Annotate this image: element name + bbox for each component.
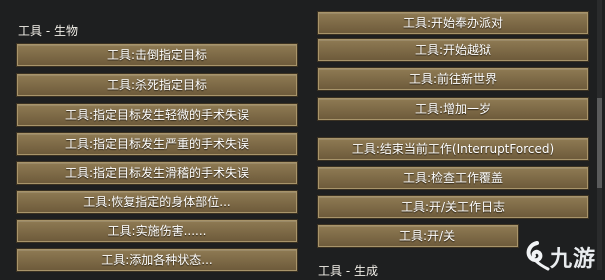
ridiculous-surgery-failure-button[interactable]: 工具:指定目标发生滑稽的手术失误 (17, 162, 297, 184)
start-party-button[interactable]: 工具:开始奉办派对 (318, 12, 588, 34)
check-work-coverage-button[interactable]: 工具:检查工作覆盖 (318, 167, 588, 189)
section-title-creature: 工具 - 生物 (18, 24, 78, 38)
watermark-logo: 九游 (522, 235, 602, 275)
scrollbar[interactable] (597, 0, 602, 270)
end-current-job-button[interactable]: 工具:结束当前工作(InterruptForced) (318, 138, 588, 160)
scrollbar-thumb[interactable] (597, 98, 602, 188)
watermark-text: 九游 (550, 247, 597, 272)
inflict-damage-button[interactable]: 工具:实施伤害...... (17, 220, 297, 242)
go-to-new-world-button[interactable]: 工具:前往新世界 (318, 68, 588, 90)
knock-down-target-button[interactable]: 工具:击倒指定目标 (17, 44, 297, 66)
add-hediff-button[interactable]: 工具:添加各种状态... (17, 249, 297, 271)
swirl-logo-icon (526, 241, 550, 271)
toggle-job-log-button[interactable]: 工具:开/关工作日志 (318, 196, 588, 218)
restore-body-part-button[interactable]: 工具:恢复指定的身体部位... (17, 191, 297, 213)
start-prison-break-button[interactable]: 工具:开始越狱 (318, 39, 588, 61)
minor-surgery-failure-button[interactable]: 工具:指定目标发生轻微的手术失误 (17, 104, 297, 126)
age-one-year-button[interactable]: 工具:增加一岁 (318, 98, 588, 120)
toggle-button-partial[interactable]: 工具:开/关 (318, 225, 518, 247)
kill-target-button[interactable]: 工具:杀死指定目标 (17, 74, 297, 96)
major-surgery-failure-button[interactable]: 工具:指定目标发生严重的手术失误 (17, 133, 297, 155)
section-title-spawn: 工具 - 生成 (318, 264, 378, 278)
